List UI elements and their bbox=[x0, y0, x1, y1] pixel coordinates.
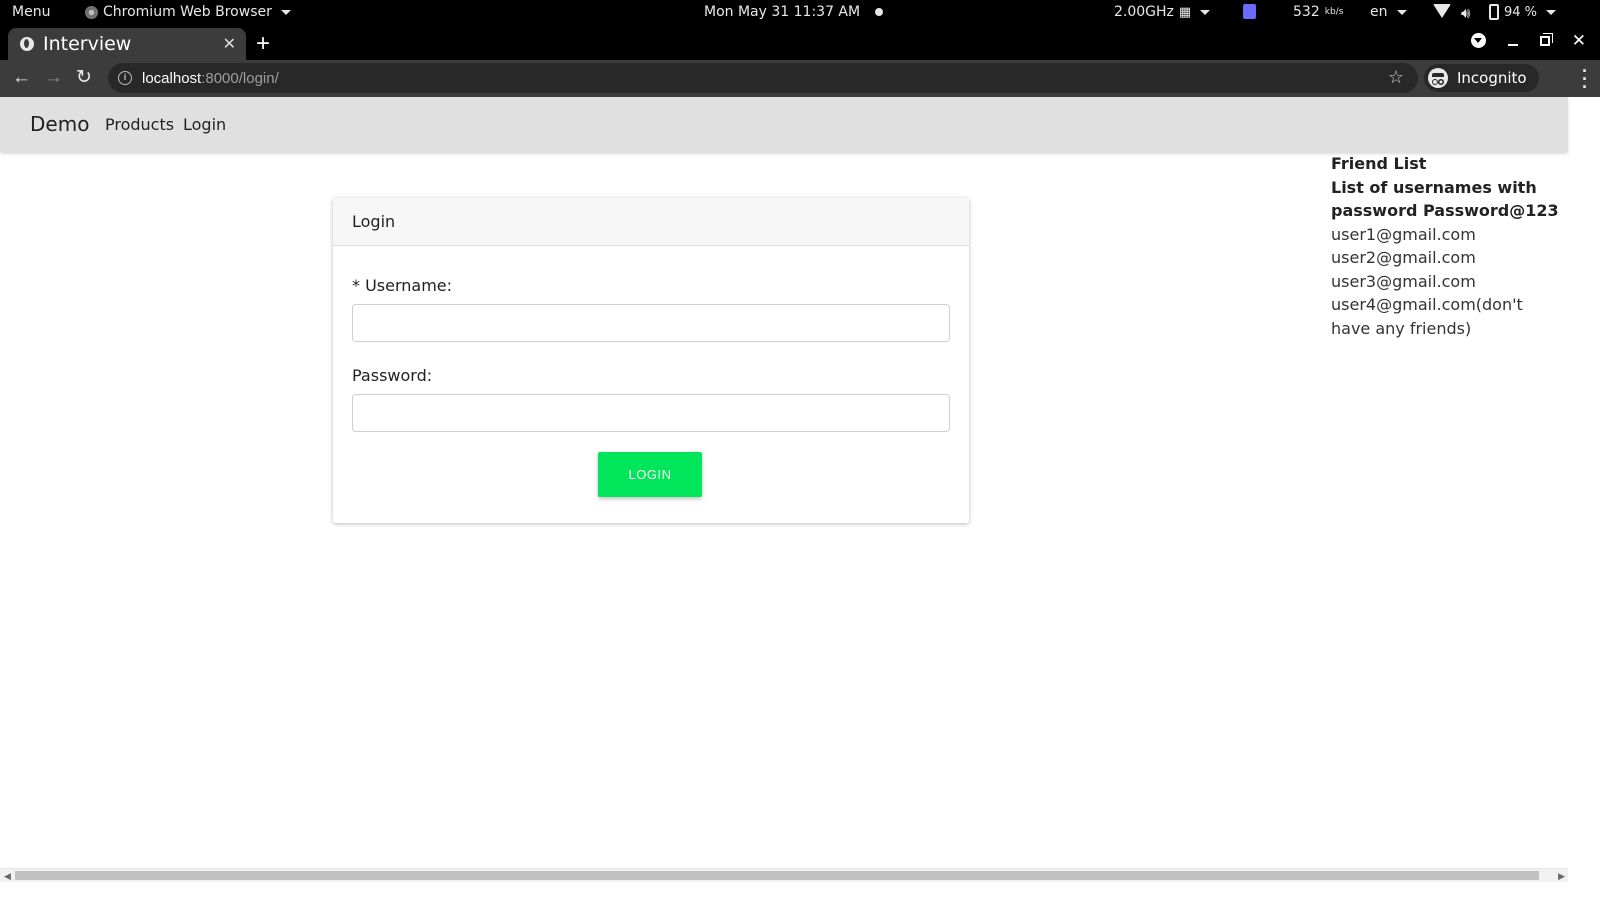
login-card: Login * Username: Password: LOGIN bbox=[333, 198, 969, 523]
login-card-header: Login bbox=[333, 198, 969, 246]
username-input[interactable] bbox=[352, 304, 950, 342]
cpu-chip-icon: ▦ bbox=[1178, 4, 1192, 20]
url-text[interactable]: localhost:8000/login/ bbox=[142, 70, 279, 87]
volume-indicator[interactable]: 🔊︎ bbox=[1461, 4, 1470, 22]
list-item: user4@gmail.com(don't have any friends) bbox=[1331, 295, 1523, 338]
nav-link-login[interactable]: Login bbox=[183, 115, 226, 134]
language-indicator[interactable]: en bbox=[1370, 4, 1407, 20]
password-label: Password: bbox=[352, 366, 433, 385]
friend-list-title: Friend List bbox=[1331, 154, 1427, 173]
minimize-icon[interactable] bbox=[1507, 43, 1518, 46]
scroll-left-icon[interactable]: ◀ bbox=[4, 871, 11, 882]
chevron-down-icon bbox=[1396, 9, 1407, 15]
language-label: en bbox=[1370, 4, 1388, 20]
tab-title: Interview bbox=[43, 33, 132, 55]
battery-level-label: 94 % bbox=[1504, 4, 1538, 20]
incognito-indicator[interactable]: Incognito bbox=[1424, 64, 1539, 92]
system-menu-button[interactable]: Menu bbox=[12, 4, 50, 20]
close-icon[interactable]: ✕ bbox=[223, 34, 236, 54]
info-icon[interactable]: i bbox=[118, 71, 132, 85]
wifi-indicator[interactable] bbox=[1433, 4, 1451, 18]
chevron-down-icon bbox=[280, 9, 291, 15]
new-tab-button[interactable]: + bbox=[256, 30, 270, 58]
cpu-indicator[interactable]: 2.00GHz ▦ bbox=[1114, 4, 1211, 20]
net-speed-unit: kb/s bbox=[1324, 7, 1344, 17]
reload-icon[interactable]: ↻ bbox=[76, 68, 92, 87]
chevron-down-icon bbox=[1546, 9, 1557, 15]
notification-dot-icon bbox=[875, 8, 884, 16]
address-bar[interactable]: i localhost:8000/login/ ☆ bbox=[108, 63, 1418, 93]
close-window-icon[interactable]: ✕ bbox=[1572, 32, 1586, 49]
chevron-down-icon bbox=[1200, 9, 1211, 15]
chromium-icon bbox=[85, 5, 98, 19]
bookmark-star-icon[interactable]: ☆ bbox=[1388, 67, 1404, 88]
clock[interactable]: Mon May 31 11:37 AM bbox=[704, 4, 884, 20]
password-input[interactable] bbox=[352, 394, 950, 432]
site-navbar: Demo Products Login bbox=[0, 97, 1568, 152]
horizontal-scrollbar[interactable]: ◀ ▶ bbox=[0, 868, 1568, 882]
tab-search-icon[interactable] bbox=[1470, 33, 1486, 48]
browser-toolbar: ← → ↻ i localhost:8000/login/ ☆ Incognit… bbox=[0, 60, 1600, 97]
notes-indicator[interactable] bbox=[1243, 4, 1256, 19]
maximize-icon[interactable] bbox=[1539, 35, 1550, 46]
login-button[interactable]: LOGIN bbox=[598, 452, 702, 497]
username-label: * Username: bbox=[352, 276, 453, 295]
window-controls: ✕ bbox=[1470, 32, 1586, 49]
system-top-bar: Menu Chromium Web Browser Mon May 31 11:… bbox=[0, 0, 1600, 26]
datetime-label: Mon May 31 11:37 AM bbox=[704, 4, 861, 20]
scrollbar-thumb[interactable] bbox=[15, 871, 1539, 880]
battery-indicator[interactable]: 94 % bbox=[1489, 4, 1557, 20]
list-item: user3@gmail.com bbox=[1331, 271, 1476, 291]
friend-list-subtitle-line2: password Password@123 bbox=[1331, 201, 1559, 220]
tab-interview[interactable]: Interview ✕ bbox=[8, 28, 246, 60]
brand-link[interactable]: Demo bbox=[30, 112, 89, 136]
volume-icon: 🔊︎ bbox=[1461, 4, 1471, 22]
list-item: user2@gmail.com bbox=[1331, 248, 1476, 267]
scroll-right-icon[interactable]: ▶ bbox=[1558, 871, 1565, 882]
url-path: :8000/login/ bbox=[201, 69, 279, 87]
network-speed-indicator: 532 kb/s bbox=[1293, 4, 1343, 20]
url-host: localhost bbox=[142, 69, 202, 87]
system-menu-label: Menu bbox=[12, 4, 51, 20]
notes-app-icon bbox=[1243, 4, 1256, 19]
list-item: user1@gmail.com bbox=[1331, 224, 1476, 244]
back-arrow-icon[interactable]: ← bbox=[12, 68, 31, 87]
nav-link-products[interactable]: Products bbox=[105, 115, 174, 134]
friend-list-subtitle-line1: List of usernames with bbox=[1331, 177, 1537, 197]
incognito-label: Incognito bbox=[1457, 69, 1527, 87]
browser-menu-icon[interactable]: · · · bbox=[1582, 62, 1588, 96]
battery-icon bbox=[1489, 4, 1499, 20]
app-name-label: Chromium Web Browser bbox=[103, 4, 272, 20]
globe-icon bbox=[20, 37, 34, 51]
incognito-icon bbox=[1428, 68, 1448, 88]
friend-list-panel: Friend List List of usernames with passw… bbox=[1331, 152, 1566, 340]
cpu-freq-label: 2.00GHz bbox=[1114, 4, 1174, 20]
tab-strip: Interview ✕ + ✕ bbox=[0, 26, 1600, 60]
forward-arrow-icon[interactable]: → bbox=[44, 68, 63, 87]
app-menu-button[interactable]: Chromium Web Browser bbox=[85, 4, 291, 20]
net-speed-value: 532 bbox=[1293, 4, 1320, 20]
wifi-icon bbox=[1433, 4, 1451, 18]
